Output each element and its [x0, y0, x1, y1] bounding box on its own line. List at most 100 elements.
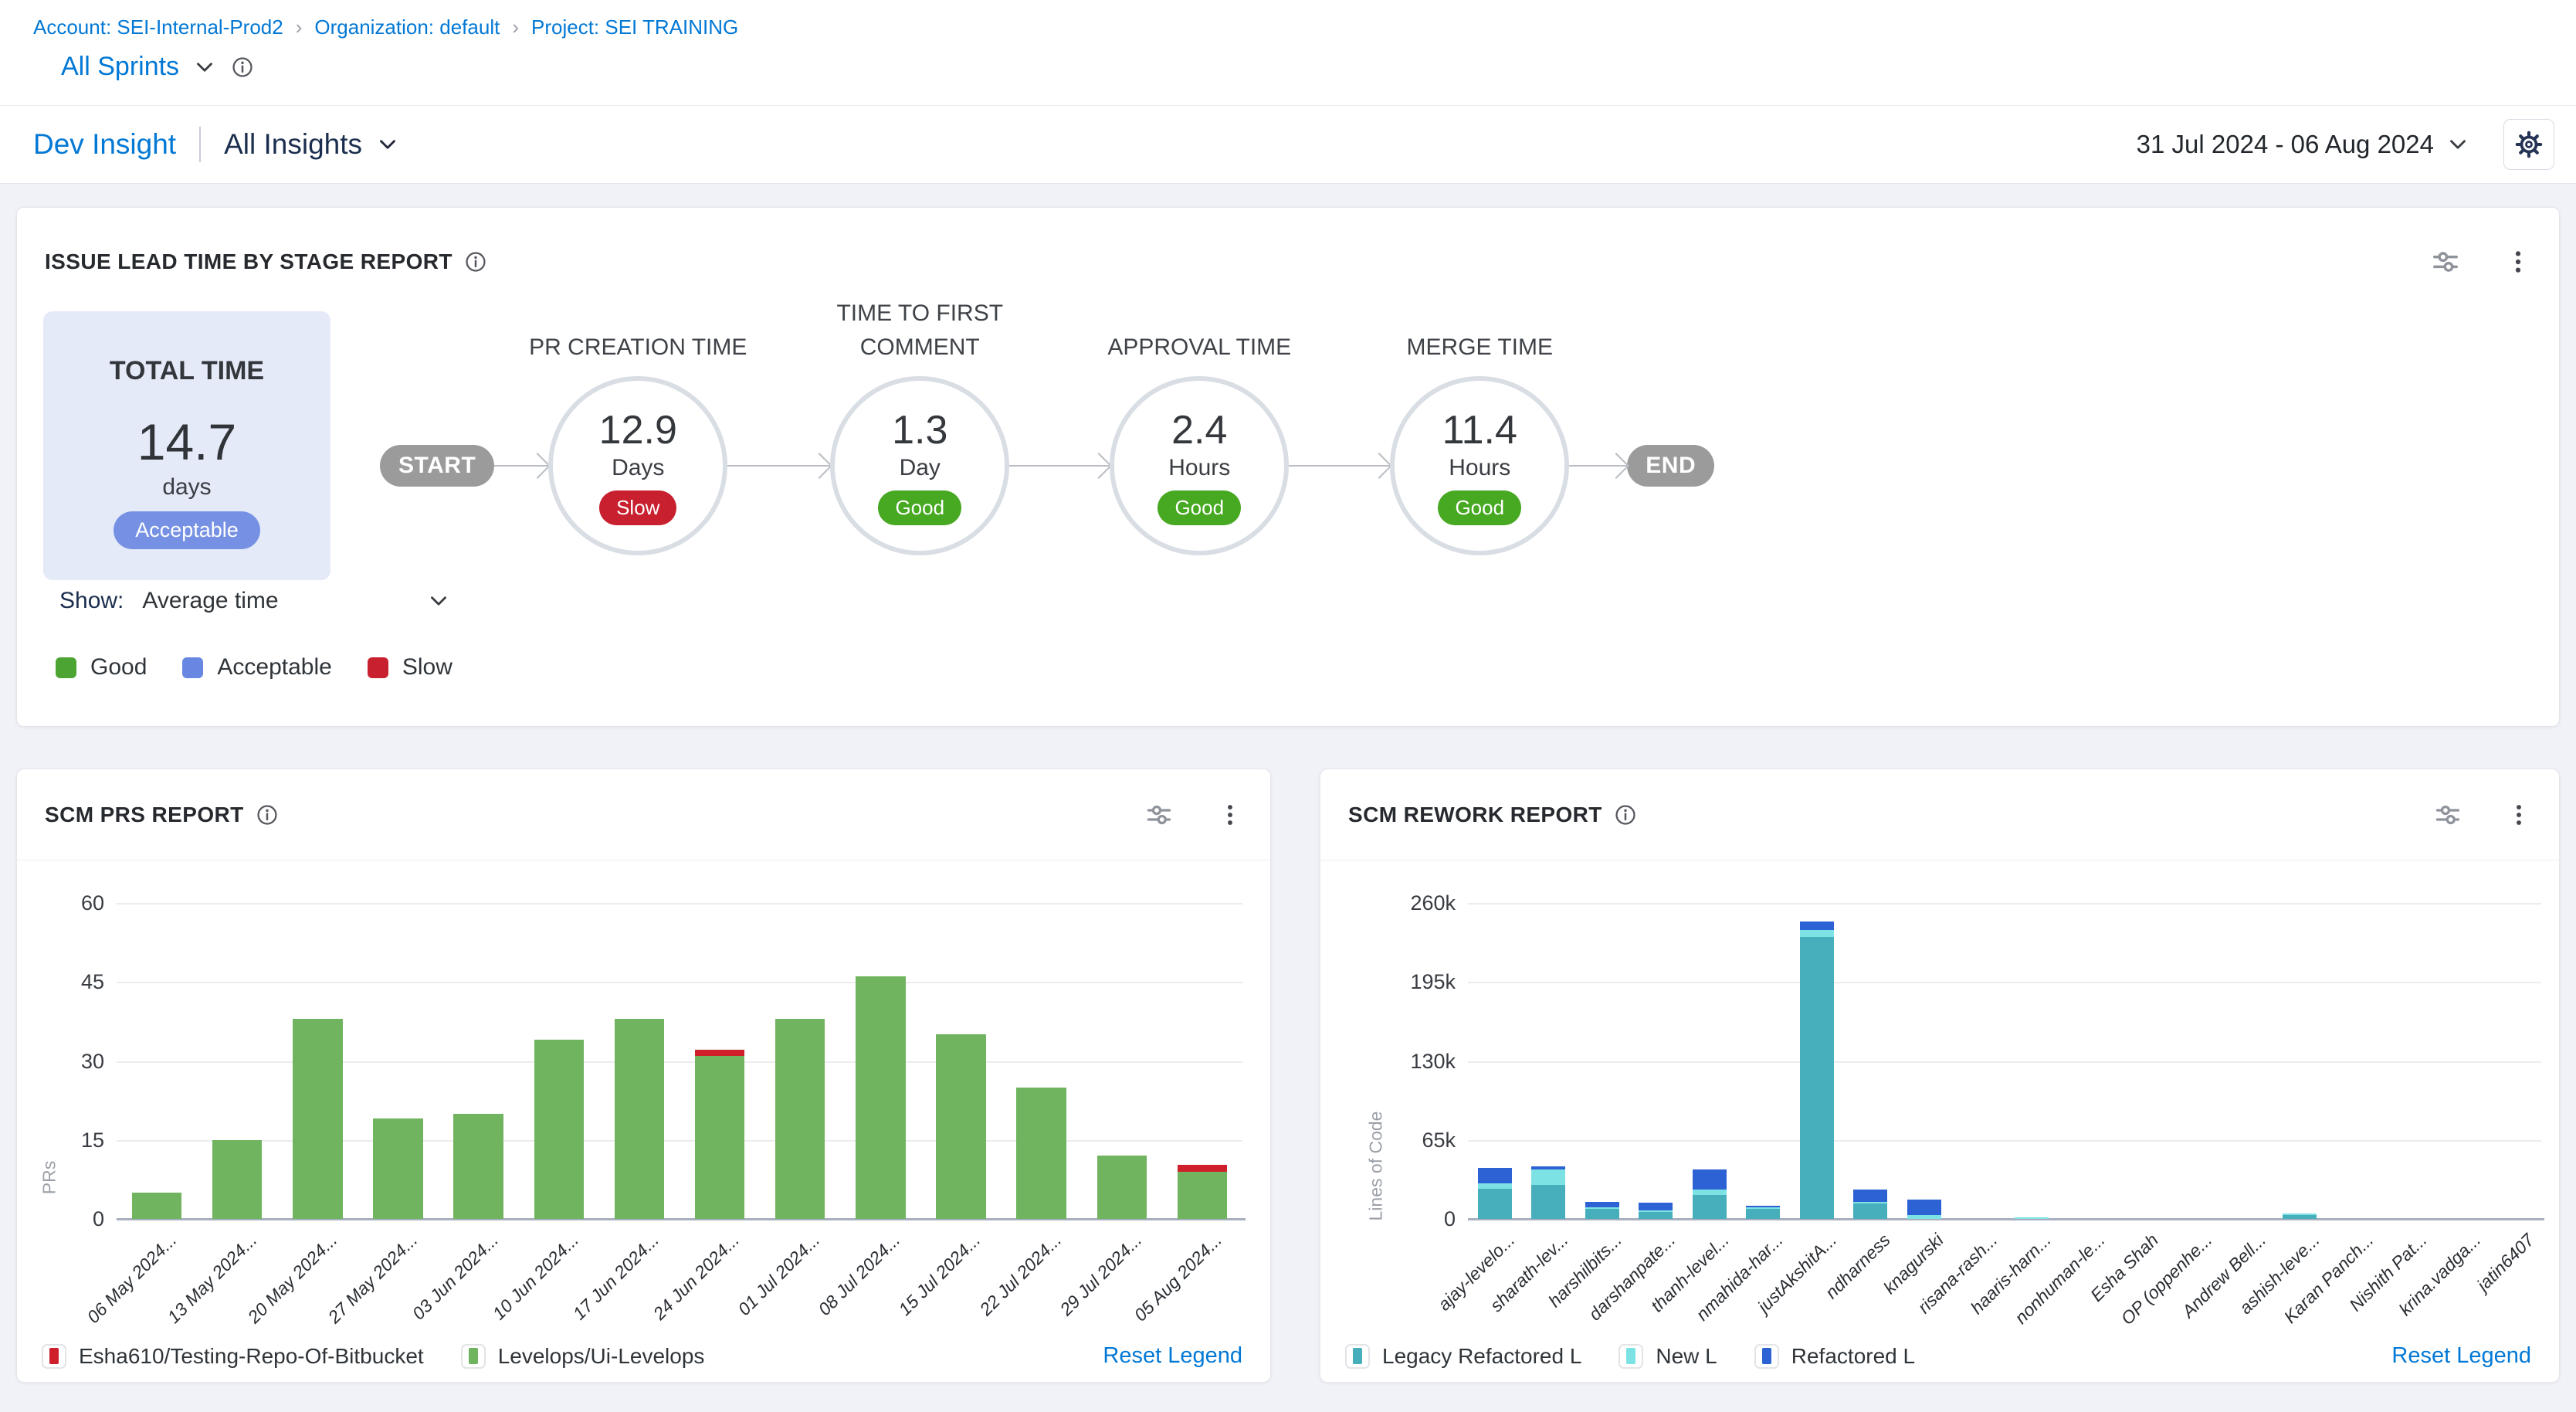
bar-segment[interactable] — [1639, 1203, 1673, 1210]
date-range-picker[interactable]: 31 Jul 2024 - 06 Aug 2024 — [2137, 130, 2471, 159]
bar-segment[interactable] — [1907, 1200, 1941, 1215]
stage-circle[interactable]: 11.4HoursGood — [1390, 376, 1569, 555]
bar-segment[interactable] — [615, 1019, 665, 1219]
flow-arrow — [494, 465, 548, 467]
more-options-button[interactable] — [2507, 803, 2531, 827]
bar-segment[interactable] — [1693, 1195, 1727, 1219]
breadcrumb-item[interactable]: Account: SEI-Internal-Prod2 — [33, 15, 283, 39]
bar-segment[interactable] — [1746, 1209, 1780, 1219]
filters-button[interactable] — [1145, 801, 1173, 829]
chevron-down-icon[interactable] — [425, 588, 452, 614]
bar-segment[interactable] — [1478, 1168, 1512, 1183]
bar-segment[interactable] — [695, 1056, 745, 1219]
bar-segment[interactable] — [1693, 1169, 1727, 1190]
legend-item[interactable]: Refactored L — [1754, 1344, 1915, 1369]
bar-segment[interactable] — [1693, 1190, 1727, 1194]
bar-segment[interactable] — [1531, 1185, 1565, 1219]
total-time-status-badge: Acceptable — [114, 511, 260, 549]
bar-segment[interactable] — [1800, 930, 1834, 937]
bar-segment[interactable] — [1531, 1169, 1565, 1185]
breadcrumb-item[interactable]: Project: SEI TRAINING — [531, 15, 738, 39]
insights-dropdown-label[interactable]: All Insights — [224, 128, 362, 161]
bar-segment[interactable] — [293, 1019, 343, 1219]
total-time-box: TOTAL TIME 14.7 days Acceptable — [43, 311, 330, 580]
bar-segment[interactable] — [1639, 1210, 1673, 1212]
bar-segment[interactable] — [1853, 1202, 1887, 1203]
breadcrumb-item[interactable]: Organization: default — [314, 15, 500, 39]
bar-segment[interactable] — [1478, 1189, 1512, 1219]
filters-button[interactable] — [2431, 247, 2460, 277]
more-options-button[interactable] — [2505, 249, 2531, 275]
bar-segment[interactable] — [453, 1114, 503, 1219]
bar-segment[interactable] — [2283, 1213, 2317, 1215]
reset-legend-link[interactable]: Reset Legend — [2391, 1343, 2531, 1369]
legend-swatch-color — [1353, 1348, 1362, 1364]
dev-insight-link[interactable]: Dev Insight — [33, 128, 176, 161]
card-header: SCM REWORK REPORT — [1320, 769, 2559, 860]
legend-item[interactable]: Slow — [368, 654, 452, 681]
bar-segment[interactable] — [534, 1040, 585, 1219]
chevron-down-icon[interactable] — [2445, 131, 2471, 158]
bar-segment[interactable] — [1585, 1207, 1619, 1209]
bar-segment[interactable] — [1639, 1212, 1673, 1219]
prs-bar-chart: 01530456006 May 2024...13 May 2024...20 … — [117, 903, 1242, 1219]
bar-segment[interactable] — [132, 1193, 182, 1219]
bar-segment[interactable] — [1585, 1202, 1619, 1207]
bar-segment[interactable] — [212, 1140, 263, 1219]
bar-segment[interactable] — [1800, 922, 1834, 930]
bar-segment[interactable] — [373, 1118, 423, 1219]
y-axis-tick-label: 60 — [19, 891, 104, 915]
bar-segment[interactable] — [1585, 1209, 1619, 1219]
stage-unit: Hours — [1168, 455, 1230, 481]
sprint-selector-label[interactable]: All Sprints — [61, 52, 179, 82]
info-icon[interactable] — [1613, 803, 1638, 827]
bar-segment[interactable] — [1800, 937, 1834, 1219]
gridline — [1468, 1140, 2541, 1142]
bar-segment[interactable] — [695, 1050, 745, 1056]
stage-circle[interactable]: 12.9DaysSlow — [548, 376, 727, 555]
show-selector[interactable]: Show: Average time — [59, 588, 452, 614]
date-range-label[interactable]: 31 Jul 2024 - 06 Aug 2024 — [2137, 130, 2434, 159]
y-axis-tick-label: 130k — [1371, 1050, 1456, 1074]
reset-legend-link[interactable]: Reset Legend — [1103, 1343, 1242, 1369]
filters-button[interactable] — [2434, 801, 2462, 829]
bar-segment[interactable] — [1853, 1190, 1887, 1202]
chevron-down-icon[interactable] — [192, 54, 218, 80]
info-icon[interactable] — [255, 803, 280, 827]
bar-segment[interactable] — [856, 976, 906, 1219]
bar-segment[interactable] — [1907, 1215, 1941, 1219]
legend-item[interactable]: Esha610/Testing-Repo-Of-Bitbucket — [42, 1344, 424, 1369]
legend-swatch — [182, 657, 203, 678]
bar-segment[interactable] — [1746, 1207, 1780, 1209]
bar-segment[interactable] — [1097, 1156, 1147, 1219]
show-value[interactable]: Average time — [142, 588, 278, 614]
stage-circle[interactable]: 1.3DayGood — [830, 376, 1009, 555]
bar-segment[interactable] — [1853, 1203, 1887, 1219]
bar-segment[interactable] — [1016, 1088, 1066, 1219]
info-icon[interactable] — [230, 55, 255, 80]
bar-segment[interactable] — [1531, 1166, 1565, 1169]
bar-segment[interactable] — [936, 1034, 986, 1219]
stage-circle[interactable]: 2.4HoursGood — [1110, 376, 1289, 555]
gridline — [1468, 982, 2541, 983]
settings-button[interactable] — [2503, 119, 2554, 170]
bar-segment[interactable] — [1178, 1172, 1228, 1219]
card-title: ISSUE LEAD TIME BY STAGE REPORT — [45, 249, 452, 274]
bar-segment[interactable] — [1478, 1183, 1512, 1188]
bar-segment[interactable] — [1746, 1206, 1780, 1207]
bar-segment[interactable] — [1178, 1165, 1228, 1171]
more-options-button[interactable] — [1218, 803, 1242, 827]
legend-item[interactable]: Acceptable — [182, 654, 331, 681]
legend-item[interactable]: Levelops/Ui-Levelops — [461, 1344, 705, 1369]
info-icon[interactable] — [463, 249, 488, 274]
legend-item[interactable]: Good — [56, 654, 147, 681]
bar-segment[interactable] — [775, 1019, 825, 1219]
bar-segment[interactable] — [2015, 1217, 2049, 1219]
bar-segment[interactable] — [2283, 1215, 2317, 1219]
chevron-down-icon[interactable] — [375, 131, 401, 158]
legend-item[interactable]: New L — [1618, 1344, 1717, 1369]
breadcrumb-separator: › — [296, 15, 303, 39]
legend-item[interactable]: Legacy Refactored L — [1345, 1344, 1581, 1369]
sprint-selector[interactable]: All Sprints — [61, 52, 2576, 82]
insights-dropdown[interactable]: All Insights — [224, 128, 401, 161]
